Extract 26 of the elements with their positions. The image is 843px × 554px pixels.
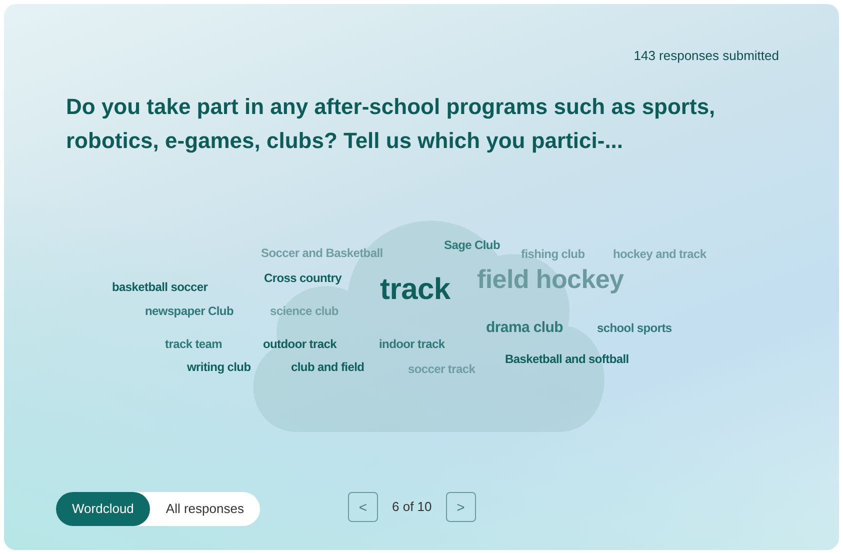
- previous-button[interactable]: <: [348, 492, 378, 522]
- cloud-word: Soccer and Basketball: [261, 247, 383, 259]
- cloud-word: newspaper Club: [145, 305, 234, 317]
- cloud-word: track team: [165, 338, 222, 350]
- cloud-word: club and field: [291, 361, 364, 373]
- cloud-word: hockey and track: [613, 248, 706, 260]
- cloud-word: fishing club: [521, 248, 585, 260]
- cloud-word: Basketball and softball: [505, 353, 629, 365]
- response-count: 143 responses submitted: [634, 47, 779, 65]
- cloud-word: drama club: [486, 320, 564, 335]
- view-tab[interactable]: All responses: [150, 492, 260, 526]
- cloud-word: field hockey: [477, 266, 624, 292]
- cloud-word: track: [380, 275, 450, 305]
- question-title: Do you take part in any after-school programs such as sports, robotics, e-games, clubs? Tell us which you partici-...: [66, 93, 716, 155]
- cloud-word: Cross country: [264, 272, 342, 284]
- next-button[interactable]: >: [446, 492, 476, 522]
- page-indicator: 6 of 10: [392, 498, 432, 516]
- cloud-word: outdoor track: [263, 338, 336, 350]
- cloud-word: soccer track: [408, 363, 476, 375]
- cloud-word: basketball soccer: [112, 281, 208, 293]
- cloud-word: Sage Club: [444, 239, 500, 251]
- view-tab[interactable]: Wordcloud: [56, 492, 150, 526]
- cloud-word: school sports: [597, 322, 672, 334]
- cloud-word: writing club: [187, 361, 251, 373]
- cloud-word: science club: [270, 305, 338, 317]
- cloud-word: indoor track: [379, 338, 445, 350]
